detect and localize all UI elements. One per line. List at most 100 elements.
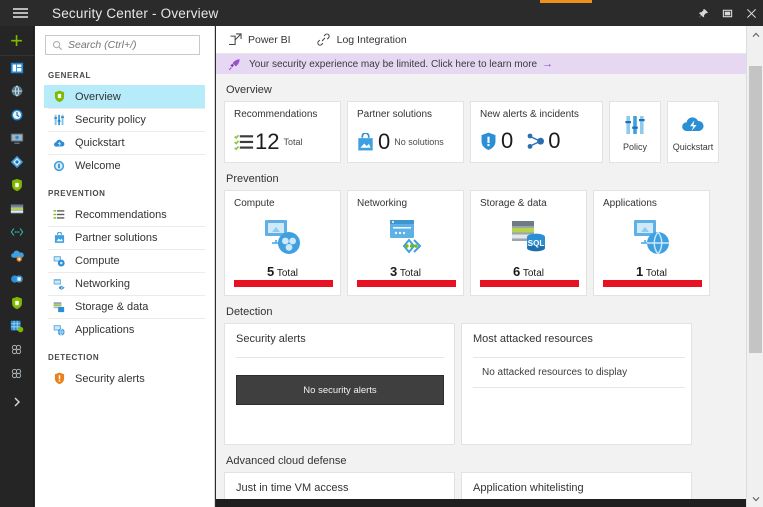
tile-networking[interactable]: Networking 3 Total: [347, 190, 464, 296]
tile-policy[interactable]: Policy: [609, 101, 661, 163]
rail-item-security-shield[interactable]: [0, 291, 34, 315]
rail-item-storage-accounts[interactable]: [0, 315, 34, 339]
rail-item-app-services[interactable]: [0, 221, 34, 245]
more-services-icon: [11, 368, 22, 378]
applications-large-icon: [632, 218, 672, 258]
sidebar-item-compute[interactable]: Compute: [48, 249, 205, 272]
sidebar-item-label: Storage & data: [75, 301, 149, 313]
notification-banner[interactable]: Your security experience may be limited.…: [216, 54, 763, 74]
recent-icon: [11, 109, 22, 121]
tile-value-group: 3 Total: [390, 264, 421, 279]
tile-subtext: Total: [276, 268, 298, 279]
search-container: [35, 26, 214, 59]
sidebar-item-quickstart[interactable]: Quickstart: [48, 131, 205, 154]
new-resource-button[interactable]: +: [0, 26, 34, 56]
rail-item-recent[interactable]: [0, 103, 34, 127]
section-title-overview: Overview: [226, 84, 272, 96]
sidebar-item-networking[interactable]: Networking: [48, 272, 205, 295]
window-controls: [691, 0, 763, 26]
tile-label: Policy: [622, 141, 647, 152]
hamburger-menu-button[interactable]: [0, 0, 40, 26]
power-bi-button[interactable]: Power BI: [228, 33, 291, 47]
storage-accounts-icon: [10, 321, 23, 333]
plus-icon: +: [10, 27, 23, 53]
close-button[interactable]: [739, 0, 763, 26]
security-center-icon: [11, 179, 22, 192]
rail-expand-button[interactable]: [0, 389, 34, 415]
rail-item-virtual-network[interactable]: [0, 150, 34, 174]
rail-item-cloud-services[interactable]: [0, 244, 34, 268]
dashboard-icon: [10, 62, 23, 73]
all-resources-icon: [11, 85, 22, 97]
rail-item-security-center[interactable]: [0, 174, 34, 198]
tile-new-alerts-incidents[interactable]: New alerts & incidents 0 0: [470, 101, 603, 163]
incident-nodes-icon: [527, 131, 547, 151]
scrollbar-thumb[interactable]: [749, 66, 762, 353]
tile-most-attacked-resources[interactable]: Most attacked resources No attacked reso…: [461, 323, 692, 445]
menu-group-header-general: GENERAL: [48, 71, 91, 80]
tile-applications[interactable]: Applications 1 Total: [593, 190, 710, 296]
security-alerts-icon: [51, 372, 67, 386]
tile-header: Application whitelisting: [473, 482, 584, 494]
search-input[interactable]: [68, 39, 193, 51]
rail-item-all-resources[interactable]: [0, 80, 34, 104]
horizontal-scrollbar[interactable]: [216, 499, 746, 507]
tile-subtext: Total: [645, 268, 667, 279]
prevention-tile-row: Compute 5 Total Networking 3 Total Stora…: [224, 190, 746, 296]
tile-value: 5: [267, 264, 275, 279]
tile-compute[interactable]: Compute 5 Total: [224, 190, 341, 296]
rail-item-subscriptions[interactable]: [0, 197, 34, 221]
tile-header: Security alerts: [236, 333, 306, 345]
log-integration-button[interactable]: Log Integration: [317, 33, 407, 47]
tile-header: Recommendations: [234, 109, 318, 120]
sidebar-item-security-policy[interactable]: Security policy: [48, 108, 205, 131]
tile-subtext: No solutions: [394, 137, 444, 147]
rail-item-more-services-2[interactable]: [0, 362, 34, 386]
scroll-up-button[interactable]: [747, 26, 763, 43]
sidebar-item-applications[interactable]: Applications: [48, 318, 205, 341]
incidents-count-group: 0: [527, 130, 561, 152]
sidebar-item-storage-data[interactable]: Storage & data: [48, 295, 205, 318]
tile-subtext: Total: [522, 268, 544, 279]
app-services-icon: [10, 228, 23, 237]
shield-green-icon: [51, 90, 67, 104]
scroll-down-button[interactable]: [747, 490, 763, 507]
tile-recommendations[interactable]: Recommendations 12 Total: [224, 101, 341, 163]
tile-header: Storage & data: [480, 198, 547, 209]
more-services-icon: [11, 345, 22, 355]
sidebar-item-partner-solutions[interactable]: Partner solutions: [48, 226, 205, 249]
chevron-down-icon: [752, 496, 759, 501]
subscriptions-icon: [10, 204, 23, 214]
rail-item-virtual-machines[interactable]: [0, 127, 34, 151]
applications-icon: [51, 323, 67, 337]
command-toolbar: Power BI Log Integration: [216, 26, 763, 54]
search-box[interactable]: [45, 35, 200, 55]
blade-menu: GENERAL Overview Security policy Quickst…: [35, 26, 215, 507]
rail-item-dashboard[interactable]: [0, 56, 34, 80]
compute-large-icon: [263, 218, 303, 258]
tile-value: 6: [513, 264, 521, 279]
overview-tile-row: Recommendations 12 Total Partner solutio…: [224, 101, 746, 163]
section-title-prevention: Prevention: [226, 173, 279, 185]
tile-quickstart[interactable]: Quickstart: [667, 101, 719, 163]
restore-button[interactable]: [715, 0, 739, 26]
sidebar-item-recommendations[interactable]: Recommendations: [48, 203, 205, 226]
tile-security-alerts[interactable]: Security alerts No security alerts: [224, 323, 455, 445]
recommendations-checklist-icon: [234, 132, 254, 152]
rail-item-more-services-1[interactable]: [0, 338, 34, 362]
sidebar-item-label: Partner solutions: [75, 232, 158, 244]
empty-state-security-alerts: No security alerts: [236, 375, 444, 405]
tile-label: Quickstart: [672, 141, 714, 152]
vertical-scrollbar[interactable]: [746, 26, 763, 507]
sidebar-item-welcome[interactable]: Welcome: [48, 154, 205, 177]
sidebar-item-security-alerts[interactable]: Security alerts: [48, 367, 205, 390]
tile-partner-solutions[interactable]: Partner solutions 0 No solutions: [347, 101, 464, 163]
sidebar-item-overview[interactable]: Overview: [44, 85, 205, 108]
sidebar-item-label: Quickstart: [75, 137, 125, 149]
rail-item-sql-databases[interactable]: [0, 268, 34, 292]
cloud-services-icon: [10, 250, 24, 262]
alert-shield-icon: [480, 131, 500, 151]
pin-button[interactable]: [691, 0, 715, 26]
tile-storage-data[interactable]: Storage & data SQL 6 Total: [470, 190, 587, 296]
tile-value: 12: [255, 129, 280, 154]
